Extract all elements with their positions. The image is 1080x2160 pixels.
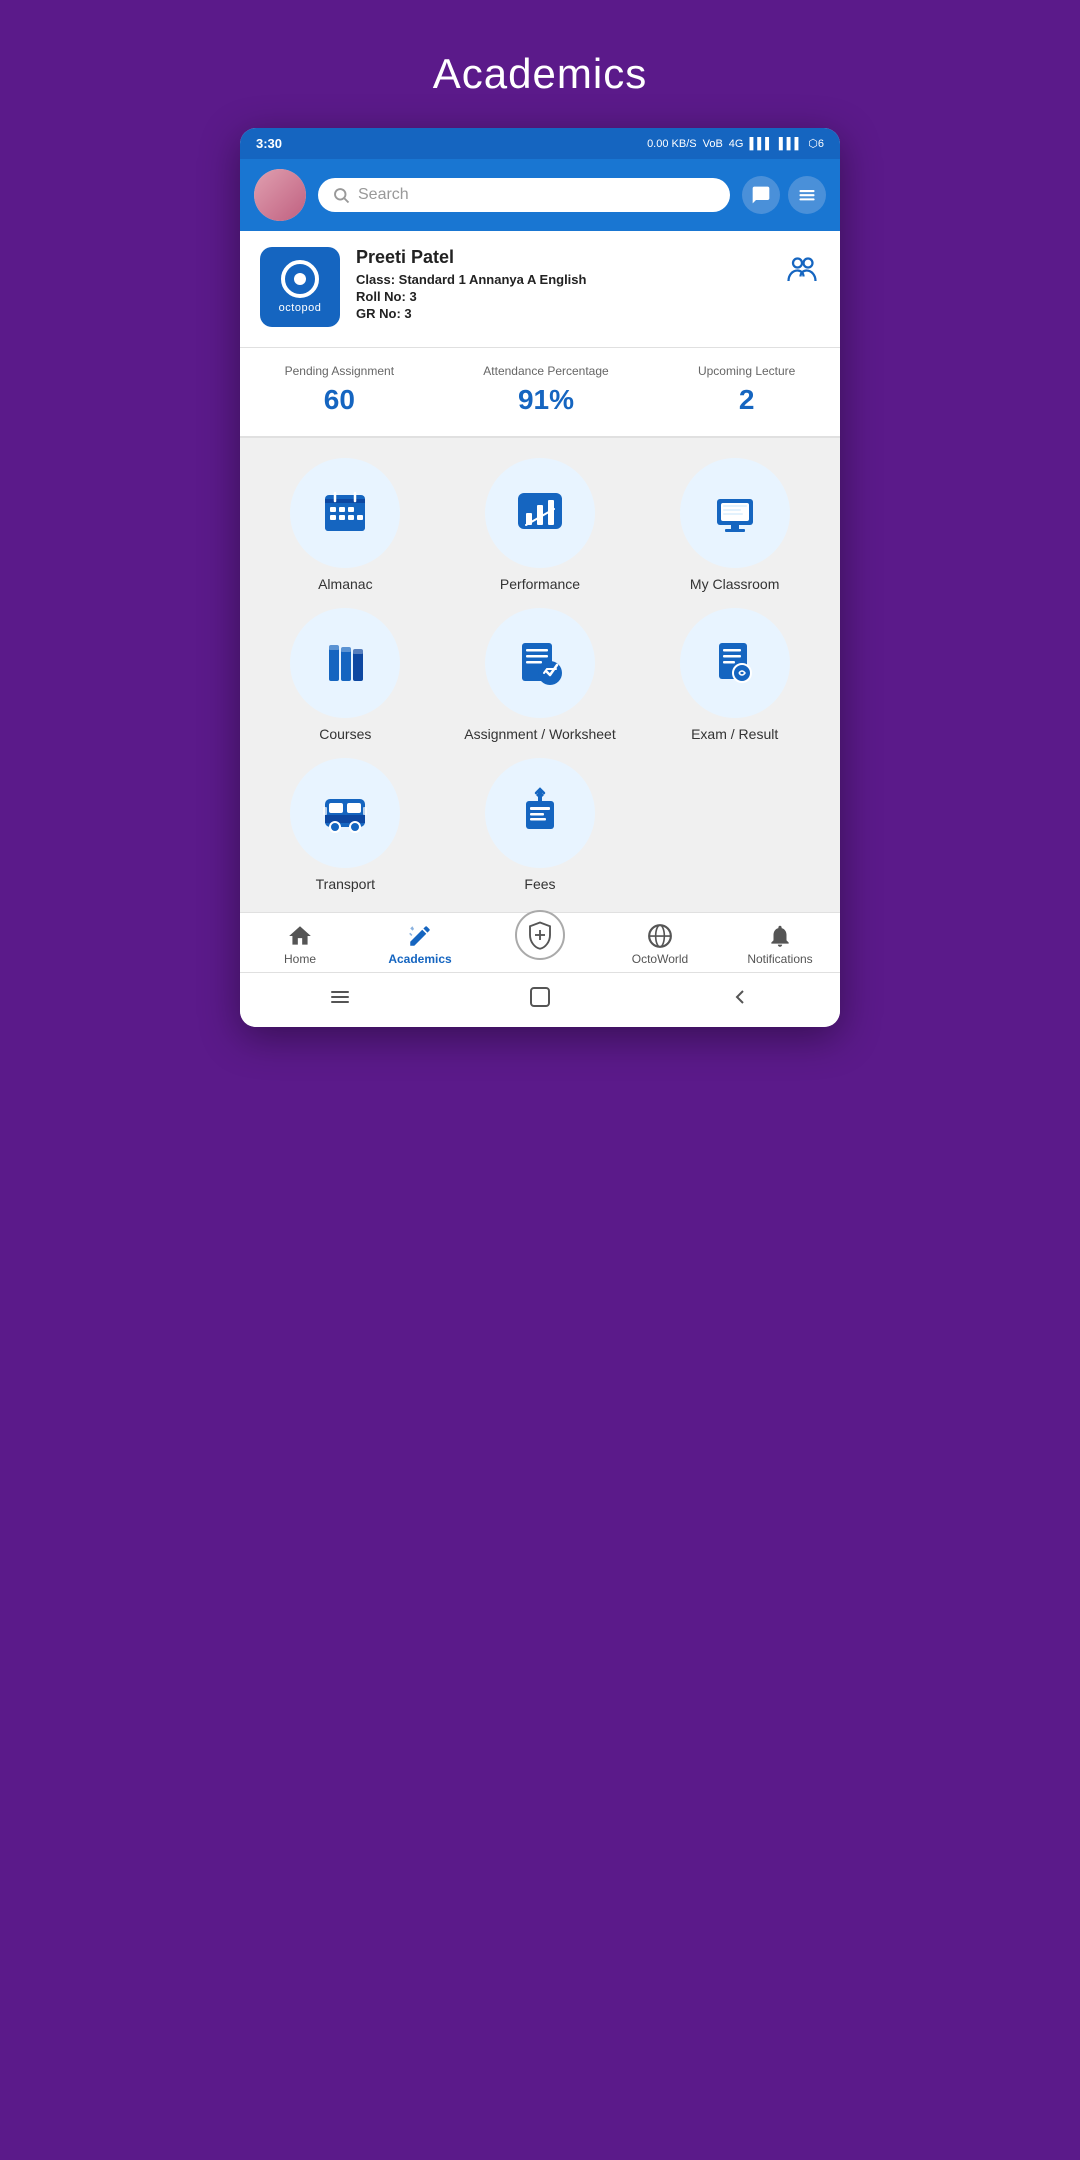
stats-row: Pending Assignment 60 Attendance Percent… bbox=[240, 348, 840, 438]
stat-pending-label: Pending Assignment bbox=[285, 364, 394, 378]
my-classroom-icon-circle bbox=[680, 458, 790, 568]
hamburger-button[interactable] bbox=[328, 985, 352, 1015]
profile-card: octopod Preeti Patel Class: Standard 1 A… bbox=[240, 231, 840, 348]
system-nav bbox=[240, 972, 840, 1027]
grid-row-3: Transport Fees bbox=[256, 758, 824, 892]
plus-shield-icon bbox=[525, 920, 555, 950]
home-button[interactable] bbox=[528, 985, 552, 1015]
status-signal2: ▌▌▌ bbox=[779, 138, 802, 150]
search-placeholder: Search bbox=[358, 186, 409, 204]
exam-icon-circle bbox=[680, 608, 790, 718]
profile-info: Preeti Patel Class: Standard 1 Annanya A… bbox=[356, 247, 768, 323]
nav-home-label: Home bbox=[284, 952, 316, 966]
status-right: 0.00 KB/S VoB 4G ▌▌▌ ▌▌▌ ⬡6 bbox=[647, 137, 824, 150]
nav-home[interactable]: Home bbox=[240, 923, 360, 966]
courses-icon-circle bbox=[290, 608, 400, 718]
status-time: 3:30 bbox=[256, 136, 282, 151]
grid-item-my-classroom[interactable]: My Classroom bbox=[645, 458, 824, 592]
performance-icon bbox=[512, 485, 568, 541]
status-signal1: ▌▌▌ bbox=[749, 138, 772, 150]
stat-pending-value: 60 bbox=[285, 384, 394, 416]
octoworld-icon bbox=[647, 923, 673, 949]
exam-icon bbox=[707, 635, 763, 691]
profile-class: Class: Standard 1 Annanya A English bbox=[356, 272, 768, 287]
grid-section: Almanac Performance bbox=[240, 438, 840, 912]
grid-item-assignment-worksheet[interactable]: Assignment / Worksheet bbox=[451, 608, 630, 742]
status-network: 0.00 KB/S bbox=[647, 138, 697, 150]
grid-item-transport[interactable]: Transport bbox=[256, 758, 435, 892]
assignment-worksheet-label: Assignment / Worksheet bbox=[464, 726, 615, 742]
status-voip: VoB bbox=[703, 138, 723, 150]
assignment-icon-circle bbox=[485, 608, 595, 718]
header-icons bbox=[742, 176, 826, 214]
octopod-text: octopod bbox=[279, 302, 322, 314]
stat-pending-assignment[interactable]: Pending Assignment 60 bbox=[285, 364, 394, 416]
transport-label: Transport bbox=[316, 876, 375, 892]
profile-name: Preeti Patel bbox=[356, 247, 768, 268]
octopod-logo: octopod bbox=[260, 247, 340, 327]
nav-notifications-label: Notifications bbox=[747, 952, 812, 966]
grid-item-courses[interactable]: Courses bbox=[256, 608, 435, 742]
fees-label: Fees bbox=[524, 876, 555, 892]
search-icon bbox=[332, 186, 350, 204]
grid-item-almanac[interactable]: Almanac bbox=[256, 458, 435, 592]
grid-item-performance[interactable]: Performance bbox=[451, 458, 630, 592]
my-classroom-icon bbox=[707, 485, 763, 541]
grid-row-2: Courses Assignment / Worksheet bbox=[256, 608, 824, 742]
courses-icon bbox=[317, 635, 373, 691]
profile-gr: GR No: 3 bbox=[356, 306, 768, 321]
menu-button[interactable] bbox=[788, 176, 826, 214]
group-icon bbox=[784, 251, 820, 294]
nav-octoworld-center[interactable] bbox=[480, 930, 600, 960]
performance-icon-circle bbox=[485, 458, 595, 568]
header: Search bbox=[240, 159, 840, 231]
phone-frame: 3:30 0.00 KB/S VoB 4G ▌▌▌ ▌▌▌ ⬡6 Search bbox=[240, 128, 840, 1027]
stat-upcoming-lecture[interactable]: Upcoming Lecture 2 bbox=[698, 364, 795, 416]
avatar[interactable] bbox=[254, 169, 306, 221]
fees-icon bbox=[512, 785, 568, 841]
back-button[interactable] bbox=[728, 985, 752, 1015]
nav-octoworld[interactable]: OctoWorld bbox=[600, 923, 720, 966]
nav-octoworld-label: OctoWorld bbox=[632, 952, 688, 966]
stat-attendance[interactable]: Attendance Percentage 91% bbox=[483, 364, 608, 416]
transport-icon-circle bbox=[290, 758, 400, 868]
grid-item-fees[interactable]: Fees bbox=[451, 758, 630, 892]
stat-attendance-value: 91% bbox=[483, 384, 608, 416]
nav-academics[interactable]: Academics bbox=[360, 923, 480, 966]
almanac-icon bbox=[317, 485, 373, 541]
stat-upcoming-label: Upcoming Lecture bbox=[698, 364, 795, 378]
exam-result-label: Exam / Result bbox=[691, 726, 778, 742]
chat-button[interactable] bbox=[742, 176, 780, 214]
bottom-nav: Home Academics OctoW bbox=[240, 912, 840, 972]
stat-upcoming-value: 2 bbox=[698, 384, 795, 416]
page-title: Academics bbox=[433, 50, 647, 98]
grid-item-empty bbox=[645, 758, 824, 892]
status-bar: 3:30 0.00 KB/S VoB 4G ▌▌▌ ▌▌▌ ⬡6 bbox=[240, 128, 840, 159]
almanac-icon-circle bbox=[290, 458, 400, 568]
academics-icon bbox=[407, 923, 433, 949]
grid-item-exam-result[interactable]: Exam / Result bbox=[645, 608, 824, 742]
nav-academics-label: Academics bbox=[388, 952, 451, 966]
courses-label: Courses bbox=[319, 726, 371, 742]
transport-icon bbox=[317, 785, 373, 841]
grid-row-1: Almanac Performance bbox=[256, 458, 824, 592]
my-classroom-label: My Classroom bbox=[690, 576, 779, 592]
assignment-icon bbox=[512, 635, 568, 691]
performance-label: Performance bbox=[500, 576, 580, 592]
fees-icon-circle bbox=[485, 758, 595, 868]
home-icon bbox=[287, 923, 313, 949]
status-4g: 4G bbox=[729, 138, 744, 150]
stat-attendance-label: Attendance Percentage bbox=[483, 364, 608, 378]
profile-roll: Roll No: 3 bbox=[356, 289, 768, 304]
notifications-icon bbox=[767, 923, 793, 949]
almanac-label: Almanac bbox=[318, 576, 372, 592]
status-battery: ⬡6 bbox=[808, 137, 824, 150]
nav-notifications[interactable]: Notifications bbox=[720, 923, 840, 966]
search-bar[interactable]: Search bbox=[318, 178, 730, 212]
